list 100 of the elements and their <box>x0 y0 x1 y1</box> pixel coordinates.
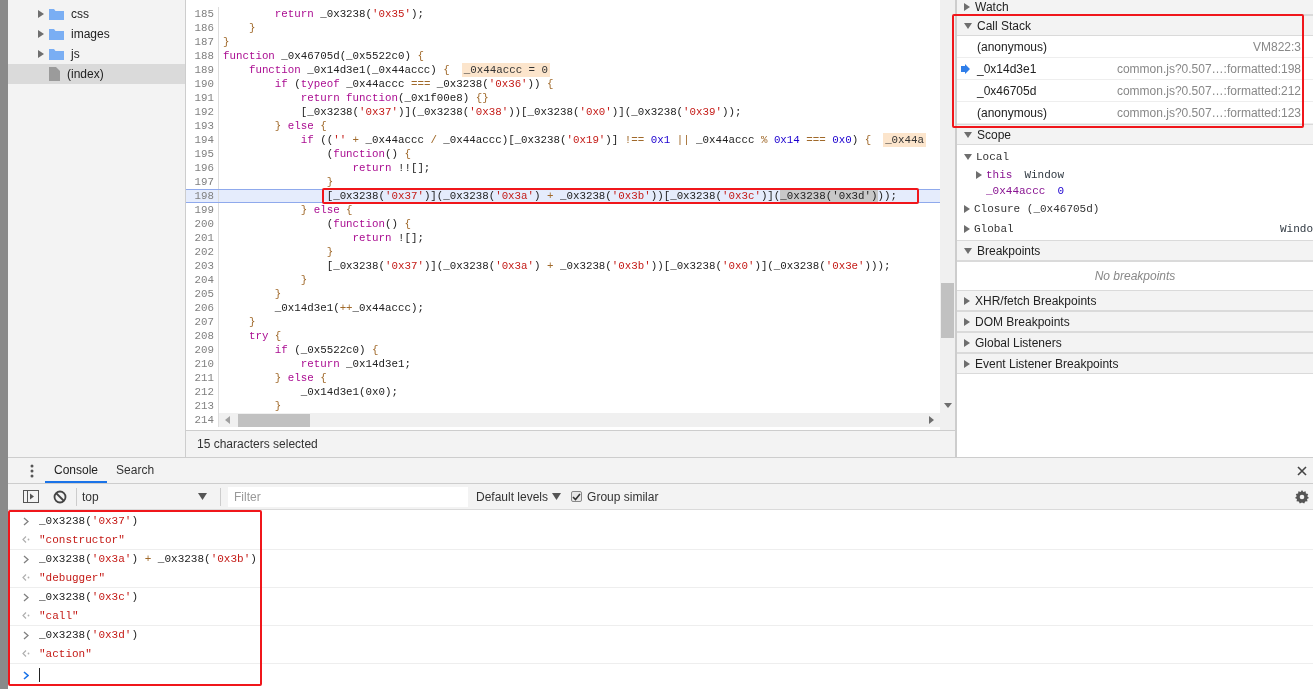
horizontal-scrollbar[interactable] <box>219 413 940 427</box>
collapsed-triangle-icon <box>976 171 982 179</box>
return-arrow-icon <box>22 536 30 543</box>
code-text: return _0x3238('0x35'); <box>273 7 424 21</box>
selection-status: 15 characters selected <box>197 437 318 451</box>
close-icon[interactable] <box>1297 465 1307 476</box>
console-result: "action" <box>39 647 92 660</box>
tree-item[interactable]: css <box>8 4 185 24</box>
collapsed-triangle-icon <box>964 225 970 233</box>
scroll-down-icon[interactable] <box>943 403 952 408</box>
section-header[interactable]: XHR/fetch Breakpoints <box>957 290 1313 311</box>
code-text: } <box>325 245 334 259</box>
collapsed-triangle-icon <box>964 359 970 368</box>
dropdown-arrow-icon <box>198 493 207 500</box>
code-text: } <box>273 287 282 301</box>
section-header[interactable]: Call Stack <box>957 15 1313 36</box>
code-text: return function(_0x1f00e8) {} <box>299 91 489 105</box>
checkmark-icon <box>572 492 582 501</box>
code-text: return ![]; <box>351 231 424 245</box>
code-text: if (typeof _0x44accc === _0x3238('0x36')) { <box>273 77 554 91</box>
prompt-chevron-icon <box>23 670 29 680</box>
code-text: } <box>247 315 256 329</box>
line-number: 198 <box>186 190 219 202</box>
levels-dropdown[interactable]: Default levels <box>476 489 562 504</box>
code-text: [_0x3238('0x37')](_0x3238('0x38'))[_0x3238('0x0')](_0x3238('0x39')); <box>299 105 742 119</box>
code-text: _0x14d3e1(0x0); <box>299 385 398 399</box>
return-arrow-icon <box>22 650 30 657</box>
empty-message: No breakpoints <box>1094 269 1176 283</box>
code-text: _0x14d3e1(++_0x44accc); <box>273 301 424 315</box>
console-command: _0x3238('0x3a') + _0x3238('0x3b') <box>39 553 257 565</box>
code-text: } else { <box>273 119 327 133</box>
console-result: "call" <box>39 609 79 622</box>
code-text: } else { <box>299 203 353 217</box>
scope-item[interactable]: Closure (_0x46705d) <box>957 199 1313 219</box>
code-text: (function() { <box>325 217 411 231</box>
file-icon <box>49 67 60 81</box>
folder-icon <box>49 48 64 60</box>
collapsed-triangle-icon[interactable] <box>38 10 44 18</box>
console-result: "constructor" <box>39 533 125 546</box>
console-command: _0x3238('0x3c') <box>39 591 139 603</box>
inline-value: _0x44accc = 0 <box>461 63 551 77</box>
call-frame[interactable]: _0x14d3e1 common.js?0.507…:formatted:198 <box>957 58 1313 80</box>
sidebar-toggle-icon[interactable] <box>23 490 39 503</box>
code-text: (function() { <box>325 147 411 161</box>
checkbox[interactable] <box>571 491 583 502</box>
chevron-icon <box>23 516 29 526</box>
section-header[interactable]: DOM Breakpoints <box>957 311 1313 332</box>
chevron-icon <box>23 592 29 602</box>
code-text: return _0x14d3e1; <box>299 357 411 371</box>
vertical-scrollbar[interactable] <box>940 0 955 430</box>
code-text: } <box>273 399 282 413</box>
tree-item[interactable]: (index) <box>8 64 185 84</box>
scope-item[interactable]: Global Windo <box>957 219 1313 239</box>
section-header[interactable]: Event Listener Breakpoints <box>957 353 1313 374</box>
drawer-tab[interactable]: Search <box>107 458 164 483</box>
code-text: [_0x3238('0x37')](_0x3238('0x3a') + _0x3238('0x3b'))[_0x3238('0x3c')](_0x3238('0x3d'))); <box>325 189 897 203</box>
scrollbar-thumb[interactable] <box>238 413 310 427</box>
checkbox-label: Group similar <box>587 489 659 504</box>
dropdown-arrow-icon <box>552 493 562 500</box>
code-text: if (('' + _0x44accc / _0x44accc)[_0x3238('0x19')] !== 0x1 || _0x44accc % 0x14 === 0x0) { <box>299 133 872 147</box>
collapsed-triangle-icon <box>964 296 970 305</box>
expanded-triangle-icon <box>964 247 972 254</box>
collapsed-triangle-icon <box>964 205 970 213</box>
tree-item[interactable]: js <box>8 44 185 64</box>
collapsed-triangle-icon[interactable] <box>38 50 44 58</box>
settings-icon[interactable] <box>1295 489 1309 504</box>
console-command: _0x3238('0x3d') <box>39 629 139 641</box>
folder-icon <box>49 28 64 40</box>
context-dropdown[interactable]: top <box>82 489 211 504</box>
filter-field[interactable]: Filter <box>228 486 468 507</box>
clear-console-icon[interactable] <box>53 489 67 504</box>
code-text: [_0x3238('0x37')](_0x3238('0x3a') + _0x3238('0x3b'))[_0x3238('0x0')](_0x3238('0x3e'))); <box>325 259 891 273</box>
call-frame[interactable]: (anonymous) VM822:3 <box>957 36 1313 58</box>
scope-item[interactable]: Local <box>957 147 1313 167</box>
console-result: "debugger" <box>39 571 105 584</box>
call-frame[interactable]: _0x46705d common.js?0.507…:formatted:212 <box>957 80 1313 102</box>
section-header[interactable]: Global Listeners <box>957 332 1313 353</box>
expanded-triangle-icon <box>964 22 972 29</box>
chevron-icon <box>23 630 29 640</box>
collapsed-triangle-icon[interactable] <box>38 30 44 38</box>
code-text: } else { <box>273 371 327 385</box>
collapsed-triangle-icon <box>964 317 970 326</box>
text-cursor <box>39 668 40 682</box>
return-arrow-icon <box>22 574 30 581</box>
return-arrow-icon <box>22 612 30 619</box>
more-icon[interactable] <box>30 463 34 478</box>
code-text: } <box>299 273 308 287</box>
scope-variable[interactable]: this Window <box>957 167 1313 183</box>
scope-variable[interactable]: _0x44accc 0 <box>957 183 1313 199</box>
folder-icon <box>49 8 64 20</box>
section-header[interactable]: Scope <box>957 124 1313 145</box>
inline-value: _0x44a <box>883 133 926 147</box>
code-text: return !![]; <box>351 161 431 175</box>
scroll-right-icon[interactable] <box>929 416 934 424</box>
code-text: function _0x46705d(_0x5522c0) { <box>222 49 424 63</box>
scrollbar-thumb[interactable] <box>941 283 954 338</box>
tree-item[interactable]: images <box>8 24 185 44</box>
console-command: _0x3238('0x37') <box>39 515 139 527</box>
section-header[interactable]: Breakpoints <box>957 240 1313 261</box>
collapsed-triangle-icon <box>964 3 970 11</box>
